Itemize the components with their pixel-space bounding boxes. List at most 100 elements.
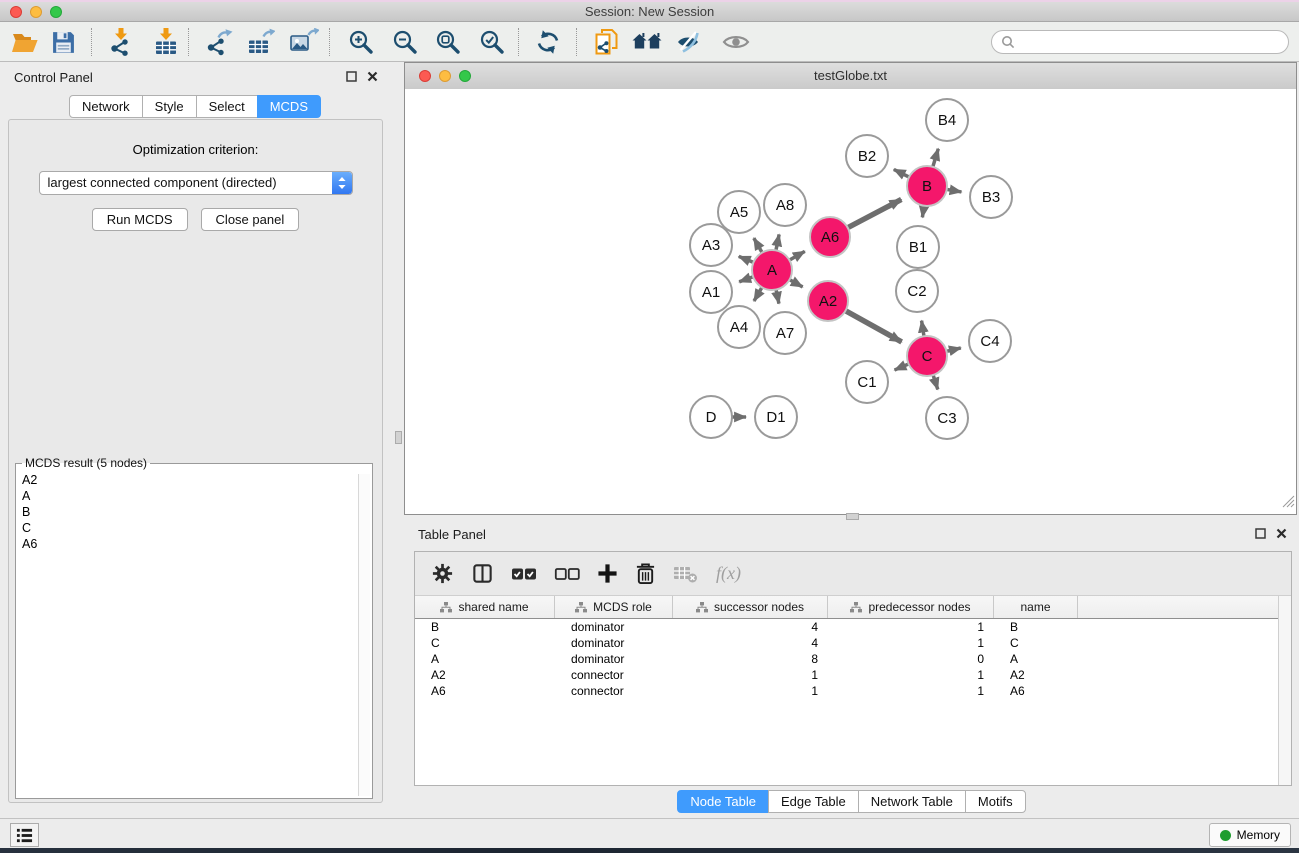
column-visibility-icon[interactable]	[471, 562, 494, 585]
close-panel-icon[interactable]	[367, 71, 378, 82]
float-panel-icon[interactable]	[1255, 528, 1266, 539]
table-settings-gear-icon[interactable]	[431, 562, 454, 585]
column-header-MCDS-role[interactable]: MCDS role	[555, 596, 673, 618]
memory-button[interactable]: Memory	[1209, 823, 1291, 847]
mcds-result-item[interactable]: B	[18, 504, 370, 520]
node-A6[interactable]: A6	[810, 217, 850, 257]
node-C1[interactable]: C1	[846, 361, 888, 403]
close-window-icon[interactable]	[10, 6, 22, 18]
tab-network[interactable]: Network	[69, 95, 143, 118]
deselect-all-rows-icon[interactable]	[554, 566, 580, 582]
node-B4[interactable]: B4	[926, 99, 968, 141]
node-C3[interactable]: C3	[926, 397, 968, 439]
svg-text:A7: A7	[776, 325, 794, 342]
node-A5[interactable]: A5	[718, 191, 760, 233]
close-panel-button[interactable]: Close panel	[201, 208, 300, 231]
criterion-value: largest connected component (directed)	[40, 172, 332, 194]
main-toolbar	[0, 22, 1299, 62]
refresh-view-button[interactable]	[531, 25, 565, 59]
column-header-shared-name[interactable]: shared name	[415, 596, 555, 618]
close-panel-icon[interactable]	[1276, 528, 1287, 539]
network-home-button[interactable]	[630, 25, 664, 59]
zoom-out-button[interactable]	[388, 25, 422, 59]
close-view-icon[interactable]	[419, 70, 431, 82]
node-C[interactable]: C	[907, 336, 947, 376]
select-all-rows-icon[interactable]	[511, 566, 537, 582]
vertical-splitter-handle[interactable]	[395, 431, 402, 444]
zoom-fit-button[interactable]	[431, 25, 465, 59]
result-scrollbar[interactable]	[358, 474, 370, 796]
zoom-window-icon[interactable]	[50, 6, 62, 18]
tab-select[interactable]: Select	[196, 95, 258, 118]
zoom-view-icon[interactable]	[459, 70, 471, 82]
delete-columns-icon[interactable]	[635, 562, 656, 585]
add-column-icon[interactable]	[597, 563, 618, 584]
zoom-selected-button[interactable]	[475, 25, 509, 59]
table-row[interactable]: Bdominator41B	[415, 619, 1291, 635]
table-cell: A	[415, 651, 555, 667]
function-builder-icon: f(x)	[716, 563, 741, 584]
tab-edge-table[interactable]: Edge Table	[768, 790, 859, 813]
hierarchy-icon	[575, 602, 587, 613]
table-cell: connector	[555, 667, 673, 683]
import-table-button[interactable]	[149, 25, 183, 59]
import-network-button[interactable]	[104, 25, 138, 59]
tab-motifs[interactable]: Motifs	[965, 790, 1026, 813]
show-graphics-details-icon[interactable]	[719, 25, 753, 59]
tab-style[interactable]: Style	[142, 95, 197, 118]
column-header-name[interactable]: name	[994, 596, 1078, 618]
horizontal-splitter-handle[interactable]	[846, 513, 859, 520]
float-panel-icon[interactable]	[346, 71, 357, 82]
mcds-result-item[interactable]: A	[18, 488, 370, 504]
export-table-button[interactable]	[244, 25, 278, 59]
table-row[interactable]: A2connector11A2	[415, 667, 1291, 683]
tab-node-table[interactable]: Node Table	[677, 790, 769, 813]
column-header-predecessor-nodes[interactable]: predecessor nodes	[828, 596, 994, 618]
mcds-result-item[interactable]: C	[18, 520, 370, 536]
table-row[interactable]: Adominator80A	[415, 651, 1291, 667]
tab-network-table[interactable]: Network Table	[858, 790, 966, 813]
zoom-in-button[interactable]	[344, 25, 378, 59]
column-header-successor-nodes[interactable]: successor nodes	[673, 596, 828, 618]
tab-mcds[interactable]: MCDS	[257, 95, 321, 118]
save-session-button[interactable]	[46, 25, 80, 59]
node-D[interactable]: D	[690, 396, 732, 438]
minimize-view-icon[interactable]	[439, 70, 451, 82]
export-network-button[interactable]	[202, 25, 236, 59]
hide-graphics-details-icon[interactable]	[674, 25, 708, 59]
open-session-button[interactable]	[8, 25, 42, 59]
node-A2[interactable]: A2	[808, 281, 848, 321]
resize-grip-icon[interactable]	[1282, 495, 1295, 513]
table-cell: A2	[415, 667, 555, 683]
node-B[interactable]: B	[907, 166, 947, 206]
search-field[interactable]	[991, 30, 1289, 54]
node-C4[interactable]: C4	[969, 320, 1011, 362]
network-canvas[interactable]: B4 B2 B B3 A8A5 A6 A3 B1 A A1 C2 A2 A4 A7 C4 C C1 C3 D D1	[405, 89, 1296, 514]
node-D1[interactable]: D1	[755, 396, 797, 438]
network-graph[interactable]: B4 B2 B B3 A8A5 A6 A3 B1 A A1 C2 A2 A4 A7 C4 C C1 C3 D D1	[405, 89, 1296, 514]
table-row[interactable]: Cdominator41C	[415, 635, 1291, 651]
node-A3[interactable]: A3	[690, 224, 732, 266]
duplicate-network-button[interactable]	[590, 25, 624, 59]
node-C2[interactable]: C2	[896, 270, 938, 312]
search-input[interactable]	[1020, 34, 1288, 51]
node-A8[interactable]: A8	[764, 184, 806, 226]
table-scrollbar[interactable]	[1278, 596, 1291, 785]
node-B1[interactable]: B1	[897, 226, 939, 268]
mcds-result-item[interactable]: A2	[18, 472, 370, 488]
task-history-button[interactable]	[10, 823, 39, 847]
run-mcds-button[interactable]: Run MCDS	[92, 208, 188, 231]
minimize-window-icon[interactable]	[30, 6, 42, 18]
node-A4[interactable]: A4	[718, 306, 760, 348]
node-B2[interactable]: B2	[846, 135, 888, 177]
node-A1[interactable]: A1	[690, 271, 732, 313]
node-A7[interactable]: A7	[764, 312, 806, 354]
table-row[interactable]: A6connector11A6	[415, 683, 1291, 699]
toolbar-separator	[576, 28, 577, 56]
network-window-titlebar[interactable]: testGlobe.txt	[405, 63, 1296, 90]
export-image-button[interactable]	[287, 25, 321, 59]
mcds-result-item[interactable]: A6	[18, 536, 370, 552]
node-B3[interactable]: B3	[970, 176, 1012, 218]
node-A[interactable]: A	[752, 250, 792, 290]
criterion-dropdown[interactable]: largest connected component (directed)	[39, 171, 353, 195]
